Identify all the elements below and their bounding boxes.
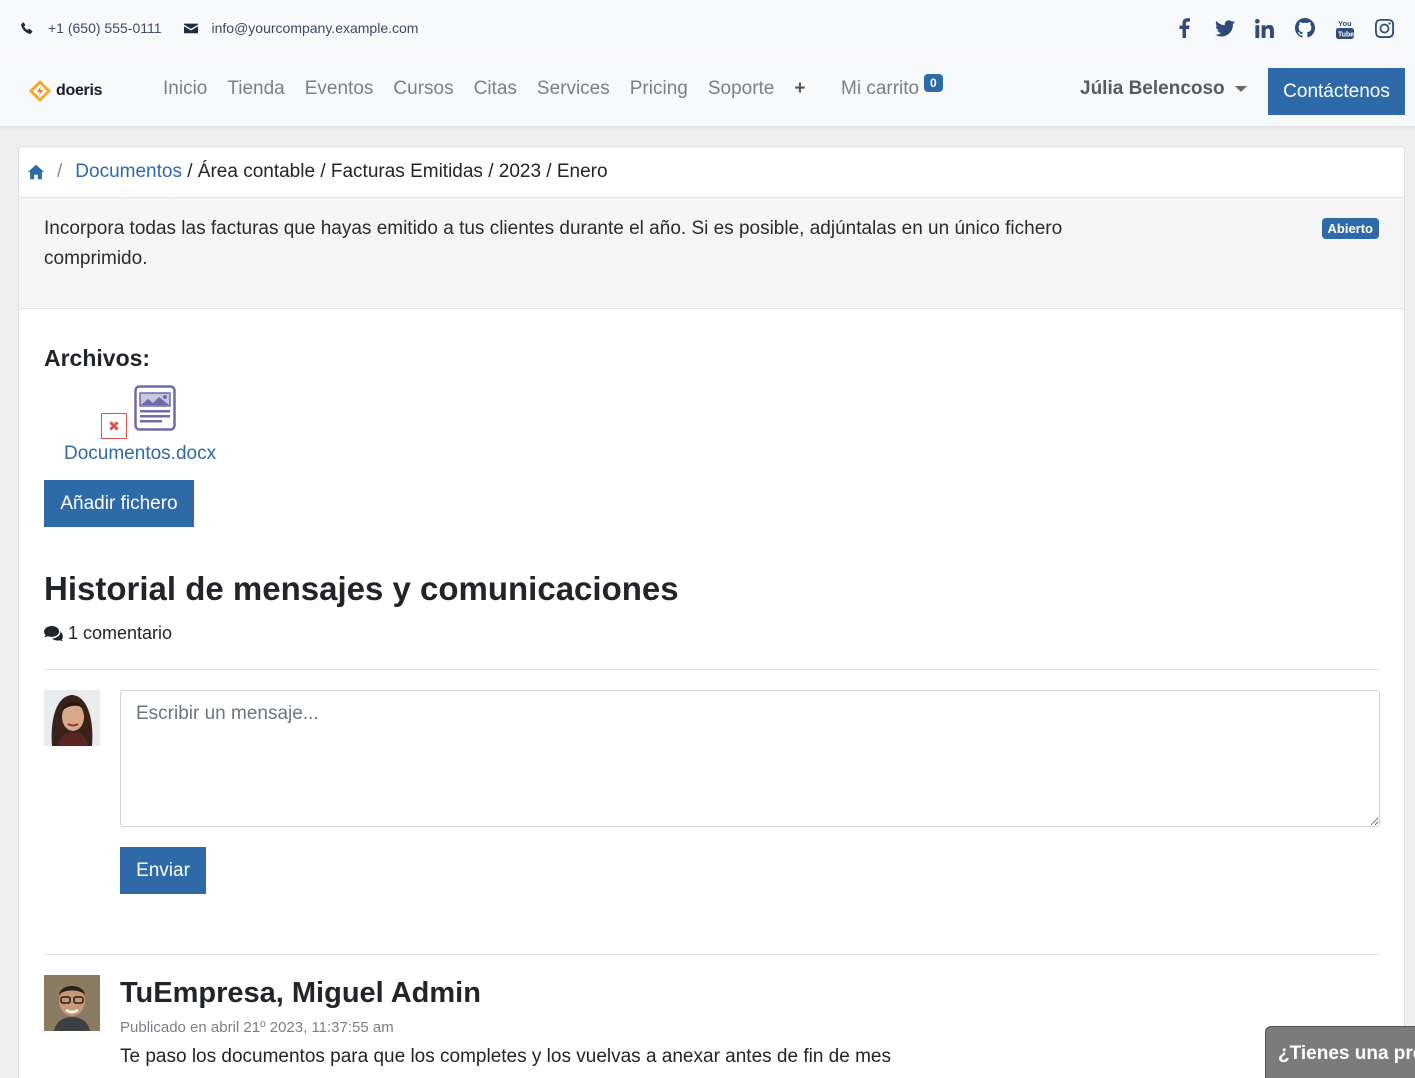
logo-icon bbox=[29, 80, 51, 102]
request-description-panel: Incorpora todas las facturas que hayas e… bbox=[19, 198, 1404, 309]
nav-item-tienda[interactable]: Tienda bbox=[227, 78, 284, 100]
breadcrumb-link-documentos[interactable]: Documentos bbox=[75, 161, 182, 183]
email-contact[interactable]: info@yourcompany.example.com bbox=[183, 20, 419, 36]
user-name: Júlia Belencoso bbox=[1080, 78, 1225, 99]
youtube-icon[interactable]: You Tube bbox=[1334, 18, 1355, 39]
cart-count-badge: 0 bbox=[924, 74, 943, 92]
nav-item-cursos[interactable]: Cursos bbox=[393, 78, 453, 100]
breadcrumb-path: / Área contable / Facturas Emitidas / 20… bbox=[181, 161, 608, 182]
files-heading: Archivos: bbox=[44, 345, 151, 371]
nav-item-soporte[interactable]: Soporte bbox=[708, 78, 775, 100]
comments-count-text: 1 comentario bbox=[68, 623, 173, 643]
nav-item-pricing[interactable]: Pricing bbox=[630, 78, 688, 100]
svg-text:You: You bbox=[1338, 19, 1352, 28]
file-name-link[interactable]: Documentos.docx bbox=[64, 443, 216, 465]
cart-label: Mi carrito bbox=[841, 78, 920, 99]
message-body: Te paso los documentos para que los comp… bbox=[120, 1046, 891, 1067]
svg-text:Tube: Tube bbox=[1338, 31, 1354, 38]
caret-down-icon bbox=[1234, 86, 1247, 92]
envelope-icon bbox=[183, 23, 198, 34]
divider bbox=[44, 669, 1380, 670]
author-avatar bbox=[44, 975, 100, 1031]
send-button[interactable]: Enviar bbox=[120, 847, 206, 894]
twitter-icon[interactable] bbox=[1214, 18, 1235, 39]
add-file-button[interactable]: Añadir fichero bbox=[44, 480, 194, 527]
message-input[interactable] bbox=[120, 690, 1380, 827]
contact-info: +1 (650) 555-0111 info@yourcompany.examp… bbox=[20, 20, 418, 36]
man-avatar-icon bbox=[44, 975, 100, 1031]
home-icon[interactable] bbox=[27, 163, 45, 181]
status-badge: Abierto bbox=[1321, 218, 1379, 239]
top-contact-bar: +1 (650) 555-0111 info@yourcompany.examp… bbox=[0, 0, 1415, 56]
user-menu[interactable]: Júlia Belencoso bbox=[1080, 78, 1247, 100]
main-navbar: doeris Inicio Tienda Eventos Cursos Cita… bbox=[0, 56, 1415, 127]
phone-icon bbox=[21, 22, 33, 34]
nav-menu: Inicio Tienda Eventos Cursos Citas Servi… bbox=[163, 78, 825, 100]
breadcrumb: / Documentos / Área contable / Facturas … bbox=[19, 147, 1404, 198]
close-icon: ✖ bbox=[108, 417, 120, 434]
linkedin-icon[interactable] bbox=[1254, 18, 1275, 39]
brand-logo[interactable]: doeris bbox=[28, 79, 103, 103]
brand-name: doeris bbox=[56, 82, 103, 99]
social-links: You Tube bbox=[1174, 18, 1395, 39]
document-file-icon[interactable] bbox=[134, 385, 176, 431]
woman-avatar-icon bbox=[44, 690, 100, 746]
phone-text: +1 (650) 555-0111 bbox=[48, 20, 162, 36]
delete-file-button[interactable]: ✖ bbox=[101, 413, 127, 439]
breadcrumb-separator: / bbox=[57, 161, 63, 182]
document-card: / Documentos / Área contable / Facturas … bbox=[18, 146, 1405, 1078]
email-text: info@yourcompany.example.com bbox=[211, 20, 419, 36]
nav-item-eventos[interactable]: Eventos bbox=[305, 78, 374, 100]
plus-icon[interactable]: + bbox=[794, 78, 805, 100]
facebook-icon[interactable] bbox=[1174, 18, 1195, 39]
divider bbox=[44, 954, 1380, 955]
nav-item-inicio[interactable]: Inicio bbox=[163, 78, 207, 100]
comments-count: 1 comentario bbox=[44, 623, 172, 644]
github-icon[interactable] bbox=[1294, 18, 1315, 39]
nav-item-citas[interactable]: Citas bbox=[474, 78, 517, 100]
cart-link[interactable]: Mi carrito 0 bbox=[841, 74, 943, 100]
history-heading: Historial de mensajes y comunicaciones bbox=[44, 570, 679, 607]
message-author: TuEmpresa, Miguel Admin bbox=[120, 977, 481, 1009]
instagram-icon[interactable] bbox=[1374, 18, 1395, 39]
nav-item-services[interactable]: Services bbox=[537, 78, 610, 100]
message-timestamp: Publicado en abril 21º 2023, 11:37:55 am bbox=[120, 1019, 394, 1036]
phone-contact[interactable]: +1 (650) 555-0111 bbox=[20, 20, 162, 36]
comments-icon bbox=[44, 625, 63, 641]
live-chat-tab[interactable]: ¿Tienes una pregunta? bbox=[1265, 1026, 1415, 1078]
request-description: Incorpora todas las facturas que hayas e… bbox=[44, 218, 1063, 269]
current-user-avatar bbox=[44, 690, 100, 746]
contact-button[interactable]: Contáctenos bbox=[1268, 68, 1405, 115]
